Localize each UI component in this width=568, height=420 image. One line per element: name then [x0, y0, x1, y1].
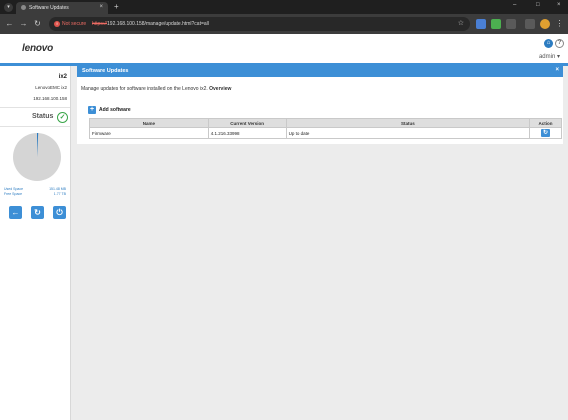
cell-version: 4.1.216.33998: [207, 127, 287, 139]
extension-translate-icon[interactable]: [476, 19, 486, 29]
power-icon[interactable]: ⏻: [53, 206, 66, 219]
url-scheme: https://: [92, 21, 108, 27]
new-tab-button[interactable]: +: [114, 2, 119, 11]
cell-action: ↻: [529, 127, 562, 139]
user-name: admin: [538, 54, 556, 60]
warning-icon: !: [54, 21, 60, 27]
chevron-down-icon: ▾: [556, 54, 560, 60]
help-icon[interactable]: ?: [555, 39, 564, 48]
cell-status: Up to date: [285, 127, 531, 139]
column-header-version: Current Version: [207, 118, 287, 128]
panel-header: Software Updates ×: [77, 66, 563, 77]
back-icon[interactable]: ←: [4, 18, 15, 29]
close-window-icon[interactable]: ×: [557, 2, 561, 8]
home-icon[interactable]: ⌂: [544, 39, 553, 48]
profile-avatar[interactable]: [540, 19, 550, 29]
address-bar[interactable]: ! Not secure https://192.168.100.158/man…: [49, 17, 470, 31]
not-secure-label[interactable]: Not secure: [62, 21, 86, 27]
extensions-puzzle-icon[interactable]: [506, 19, 516, 29]
table-row: Firmware 4.1.216.33998 Up to date ↻: [89, 127, 562, 139]
add-software-label: Add software: [99, 107, 131, 113]
sidebar-icon[interactable]: [525, 19, 535, 29]
software-table: Name Current Version Status Action Firmw…: [89, 118, 562, 139]
browser-tab[interactable]: Software Updates ×: [16, 2, 108, 14]
close-icon[interactable]: ×: [555, 67, 559, 73]
back-arrow-icon[interactable]: ←: [9, 206, 22, 219]
check-update-refresh-icon[interactable]: ↻: [541, 129, 551, 137]
description-text: Manage updates for software installed on…: [81, 86, 208, 92]
column-header-action: Action: [529, 118, 562, 128]
device-model: LenovoEMC ix2: [35, 85, 67, 90]
forward-icon[interactable]: →: [18, 18, 29, 29]
user-menu[interactable]: admin ▾: [539, 53, 560, 60]
restart-icon[interactable]: ↻: [31, 206, 44, 219]
table-header-row: Name Current Version Status Action: [89, 118, 562, 128]
used-space-label: Used Space: [4, 187, 24, 191]
free-space-label: Free Space: [4, 192, 23, 196]
status-label: Status: [32, 113, 54, 120]
add-software-button[interactable]: + Add software: [88, 106, 148, 115]
app-header: lenovo ⌂ ? admin ▾: [0, 34, 568, 64]
maximize-icon[interactable]: □: [536, 2, 540, 8]
used-space-value: 151.48 MB: [49, 187, 66, 191]
column-header-status: Status: [285, 118, 531, 128]
reload-icon[interactable]: ↻: [32, 18, 43, 29]
browser-menu-icon[interactable]: ⋮: [554, 18, 565, 29]
overview-link[interactable]: Overview: [209, 86, 231, 92]
software-updates-panel: Software Updates × Manage updates for so…: [77, 66, 563, 144]
status-ok-icon: ✓: [57, 112, 68, 123]
free-space-value: 1.77 TB: [53, 192, 66, 196]
device-status[interactable]: Status ✓: [0, 107, 70, 127]
url-text[interactable]: https://192.168.100.158/manage/update.ht…: [92, 21, 209, 27]
tab-favicon-icon: [21, 5, 26, 10]
cell-name: Firmware: [89, 127, 209, 139]
url-path: 192.168.100.158/manage/update.html?cat=a…: [107, 21, 209, 27]
extension-green-icon[interactable]: [491, 19, 501, 29]
plus-icon: +: [88, 106, 96, 114]
device-name: ix2: [58, 74, 67, 80]
browser-toolbar: ← → ↻ ! Not secure https://192.168.100.1…: [0, 14, 568, 34]
panel-description: Manage updates for software installed on…: [81, 86, 231, 92]
bookmark-star-icon[interactable]: ☆: [458, 19, 464, 27]
device-ip: 192.168.100.158: [33, 96, 67, 101]
column-header-name: Name: [89, 118, 209, 128]
minimize-icon[interactable]: –: [513, 2, 516, 8]
browser-titlebar: ▾ Software Updates × + – □ ×: [0, 0, 568, 14]
device-panel: ix2 LenovoEMC ix2 192.168.100.158 Status…: [0, 66, 71, 420]
storage-pie-chart: [13, 133, 61, 181]
tab-search-icon[interactable]: ▾: [4, 3, 13, 12]
tab-title: Software Updates: [29, 5, 69, 11]
tab-close-icon[interactable]: ×: [99, 4, 103, 10]
lenovo-logo[interactable]: lenovo: [22, 43, 53, 54]
panel-title: Software Updates: [82, 68, 129, 74]
